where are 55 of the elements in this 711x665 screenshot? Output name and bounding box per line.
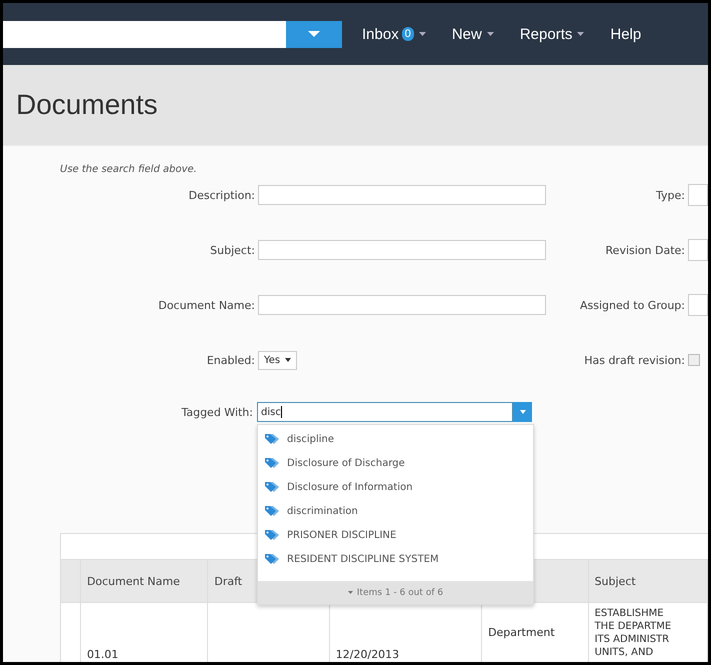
nav-menu-item[interactable]: New (452, 26, 494, 42)
text-field[interactable] (258, 240, 546, 260)
tags-icon (264, 457, 281, 469)
nav-menu-item[interactable]: Reports (520, 26, 584, 42)
field-label: Subject: (209, 244, 256, 256)
suggestion-item[interactable]: discrimination (258, 499, 533, 523)
caret-icon (285, 358, 292, 362)
field-label: Document Name: (157, 298, 256, 312)
column-header[interactable]: Subject (594, 574, 636, 588)
field-label: Description: (188, 188, 256, 202)
caret-icon (307, 30, 321, 38)
tags-icon (264, 529, 281, 541)
caret-icon (520, 410, 526, 414)
column-header[interactable]: Draft (214, 574, 242, 588)
field-label: Assigned to Group: (579, 298, 686, 312)
nav-menu-item[interactable]: Inbox 0 (362, 26, 426, 42)
text-field[interactable] (258, 295, 546, 315)
field-label: Has draft revision: (583, 354, 686, 366)
inbox-count-badge: 0 (402, 27, 414, 41)
select-field[interactable]: Yes (258, 350, 298, 370)
suggestion-item[interactable]: discipline (258, 427, 533, 451)
search-dropdown-button[interactable] (286, 20, 342, 48)
tags-icon (264, 481, 281, 493)
nav-menu-item[interactable]: Help (610, 26, 642, 42)
suggestion-item[interactable]: Disclosure of Discharge (258, 451, 533, 475)
pager-text: Items 1 - 6 out of 6 (356, 588, 444, 598)
text-field[interactable] (258, 185, 546, 205)
table-cell: 01.01 (86, 648, 118, 661)
caret-icon (348, 591, 353, 594)
dropdown-button[interactable] (513, 402, 532, 422)
tag-input-field[interactable]: disc (257, 402, 513, 422)
table-cell: 12/20/2013 (336, 648, 400, 661)
field-label: Type: (655, 188, 686, 202)
column-header[interactable]: Document Name (86, 574, 180, 588)
table-cell: Department (488, 626, 555, 638)
input-field[interactable] (688, 184, 708, 206)
input-field[interactable] (688, 239, 708, 261)
tags-icon (264, 433, 281, 445)
caret-icon (486, 32, 494, 36)
checkbox[interactable] (688, 354, 700, 366)
page-title: Documents (16, 89, 158, 121)
tags-icon (264, 553, 281, 565)
suggestion-item[interactable]: RESIDENT DISCIPLINE SYSTEM (258, 547, 533, 571)
search-field[interactable] (3, 20, 286, 48)
input-field[interactable] (688, 294, 708, 316)
field-label: Enabled: (206, 354, 256, 366)
field-label: Tagged With: (180, 406, 254, 418)
suggestion-item[interactable]: PRISONER DISCIPLINE (258, 523, 533, 547)
caret-icon (577, 32, 584, 36)
field-label: Revision Date: (604, 244, 686, 256)
caret-icon (418, 32, 426, 36)
suggestion-item[interactable]: Disclosure of Information (258, 475, 533, 499)
hint-text: Use the search field above. (60, 164, 198, 175)
table-cell-text: ESTABLISHME THE DEPARTME ITS ADMINISTR UNITS, AND (594, 607, 672, 659)
tags-icon (264, 505, 281, 517)
